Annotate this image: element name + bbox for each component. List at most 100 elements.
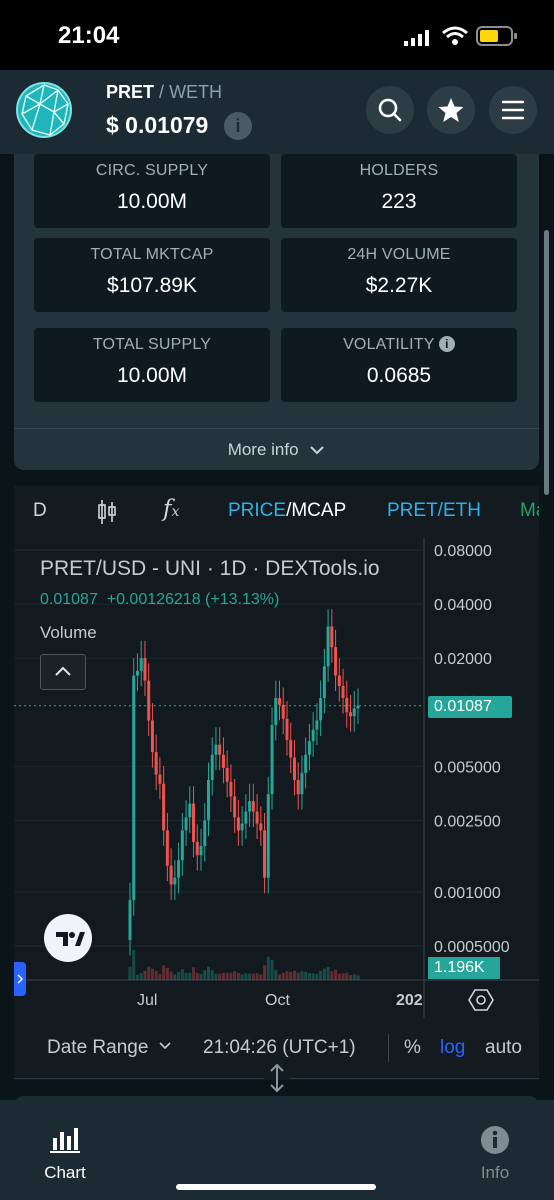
volume-bar [322, 968, 326, 980]
volume-bar [304, 971, 308, 980]
volume-bar [334, 969, 338, 980]
volume-bar [244, 973, 248, 980]
chart-clock[interactable]: 21:04:26 (UTC+1) [203, 1037, 356, 1059]
candle-body [307, 741, 311, 755]
candle-body [206, 779, 210, 821]
percent-scale-button[interactable]: % [404, 1037, 421, 1059]
stat-value: 10.00M [116, 190, 188, 213]
divider [14, 428, 539, 429]
menu-button[interactable] [489, 86, 537, 134]
candle-body [229, 781, 233, 797]
volume-bar [192, 967, 196, 980]
candle-body [173, 877, 177, 885]
stat-label: TOTAL MKTCAP [90, 246, 214, 263]
chart-legend-values: 0.01087 +0.00126218 (+13.13%) [40, 591, 280, 608]
candle-body [225, 767, 229, 782]
volume-bar [139, 973, 143, 980]
status-time: 21:04 [58, 22, 120, 49]
ma-button[interactable]: Ma [520, 500, 539, 522]
price-axis-label: 0.001000 [434, 885, 501, 902]
more-info-button[interactable]: More info [14, 430, 539, 470]
info-icon [481, 1126, 509, 1154]
pair-eth-button[interactable]: PRET/ETH [387, 500, 481, 522]
date-range-button[interactable]: Date Range [47, 1037, 172, 1059]
volume-legend: Volume [40, 623, 97, 642]
volume-tag: 1.196K [428, 957, 500, 979]
volume-bar [345, 972, 349, 980]
price-info-icon[interactable]: i [224, 112, 252, 140]
candle-body [221, 754, 225, 768]
volatility-info-icon[interactable]: i [438, 336, 455, 352]
volume-bar [300, 971, 304, 980]
candle-body [180, 830, 184, 861]
token-logo [16, 82, 72, 138]
candle-body [184, 817, 188, 831]
price-option: PRICE [228, 500, 287, 521]
candle-body [248, 801, 252, 812]
volume-bar [154, 970, 158, 980]
stat-value: 223 [381, 190, 417, 213]
search-button[interactable] [366, 86, 414, 134]
signal-icon [404, 30, 430, 46]
hamburger-icon [501, 100, 525, 120]
tradingview-logo[interactable] [44, 914, 92, 962]
volume-bar [236, 972, 240, 980]
chart-canvas[interactable]: 0.08000 0.04000 0.02000 0.005000 0.002500 0.0… [14, 538, 539, 1018]
stat-label: HOLDERS [359, 162, 439, 179]
candle-body [345, 698, 349, 713]
candle-body [281, 704, 285, 719]
favorite-button[interactable] [427, 86, 475, 134]
candle-body [218, 744, 222, 755]
chart-legend-title: PRET/USD - UNI · 1D · DEXTools.io [40, 557, 380, 580]
vertical-resize-icon [270, 1063, 284, 1093]
volume-bar [132, 950, 136, 980]
volume-bar [326, 966, 330, 980]
stat-circ-supply: CIRC. SUPPLY 10.00M [34, 154, 270, 228]
stat-value: $2.27K [365, 274, 433, 297]
chart-settings-button[interactable] [468, 988, 494, 1017]
volume-bar [292, 970, 296, 980]
stat-holders: HOLDERS 223 [281, 154, 517, 228]
volume-bar [281, 972, 285, 980]
candle-body [289, 740, 293, 758]
collapse-legend-button[interactable] [40, 654, 86, 690]
candle-body [233, 796, 237, 818]
nav-info[interactable]: Info [468, 1124, 522, 1184]
candles-icon[interactable] [96, 498, 118, 531]
candle-body [158, 774, 162, 784]
candle-body [300, 772, 304, 795]
volume-bar [296, 972, 300, 980]
volume-bar [229, 972, 233, 980]
volume-bar [147, 966, 151, 980]
volume-bar [311, 973, 315, 980]
nav-chart[interactable]: Chart [36, 1124, 94, 1184]
tradingview-icon [56, 932, 85, 946]
divider [14, 1078, 264, 1079]
pair-name: PRET / WETH [106, 82, 222, 103]
candle-body [165, 830, 169, 866]
volume-bar [307, 972, 311, 980]
auto-scale-button[interactable]: auto [485, 1037, 522, 1059]
volume-bar [289, 971, 293, 980]
candlestick-chart[interactable]: 0.08000 0.04000 0.02000 0.005000 0.002500 0.0… [14, 538, 539, 1018]
candle-body [132, 675, 136, 901]
candle-body [266, 794, 270, 878]
candle-body [352, 708, 356, 717]
indicators-button[interactable]: fx [163, 496, 179, 522]
nav-info-label: Info [480, 1163, 510, 1182]
time-label: Jul [137, 992, 158, 1009]
interval-button[interactable]: D [33, 500, 47, 522]
candle-body [203, 820, 207, 847]
candle-body [341, 685, 345, 699]
stat-total-mktcap: TOTAL MKTCAP $107.89K [34, 238, 270, 312]
candle-body [143, 658, 147, 681]
log-scale-button[interactable]: log [440, 1037, 465, 1059]
home-indicator [176, 1184, 376, 1190]
price-axis-label: 0.04000 [434, 597, 492, 614]
candle-body [270, 724, 274, 795]
resize-handle[interactable] [264, 1062, 290, 1094]
price-mcap-toggle[interactable]: PRICE/MCAP [228, 500, 346, 522]
page-scrollbar[interactable] [544, 230, 549, 495]
volume-bar [165, 967, 169, 980]
candle-body [311, 729, 315, 742]
